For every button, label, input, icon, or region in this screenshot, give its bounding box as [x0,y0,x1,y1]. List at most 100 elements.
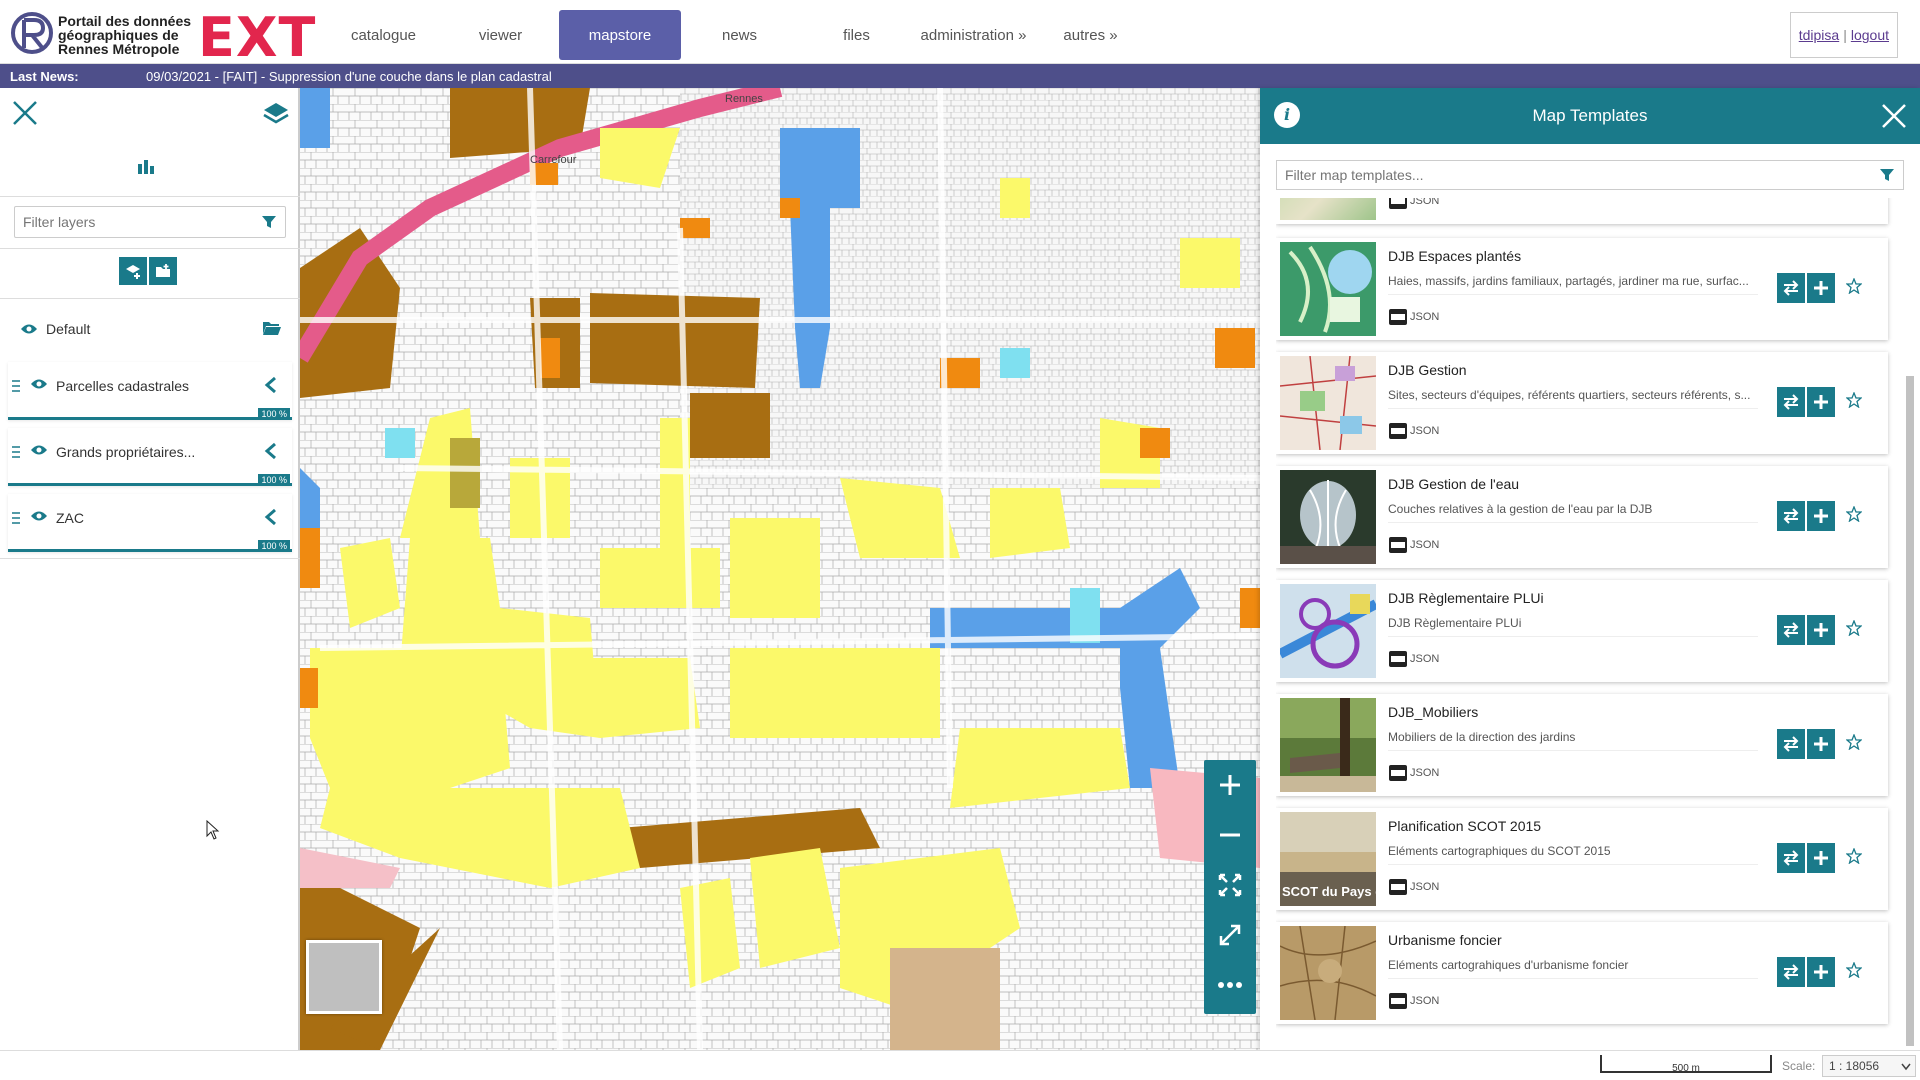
mouse-cursor-icon [206,820,220,840]
add-to-map-button[interactable] [1806,956,1836,988]
fullscreen-button[interactable] [1204,910,1256,960]
user-link[interactable]: tdipisa [1799,27,1839,43]
nav-viewer[interactable]: viewer [442,10,559,60]
layer-item[interactable]: ZAC 100 % [8,494,292,552]
star-icon[interactable] [1846,734,1862,750]
zoom-to-extent-button[interactable] [1204,860,1256,910]
eye-icon[interactable] [30,444,48,456]
drag-handle-icon[interactable] [12,512,20,524]
add-to-map-button[interactable] [1806,500,1836,532]
star-icon[interactable] [1846,278,1862,294]
replace-map-button[interactable] [1776,500,1806,532]
template-format: JSON [1388,422,1439,440]
template-format: JSON [1388,878,1439,896]
add-to-map-button[interactable] [1806,272,1836,304]
nav-catalogue[interactable]: catalogue [325,10,442,60]
template-item[interactable]: DJB Règlementaire PLUi DJB Règlementaire… [1276,580,1888,682]
template-item[interactable]: Urbanisme foncier Eléments cartograhique… [1276,922,1888,1024]
exchange-icon [1783,736,1799,752]
template-thumbnail [1280,356,1376,450]
add-layer-button[interactable] [118,256,148,286]
eye-icon[interactable] [30,510,48,522]
star-icon[interactable] [1846,506,1862,522]
replace-map-button[interactable] [1776,386,1806,418]
more-tools-button[interactable] [1204,960,1256,1010]
plus-icon [1814,965,1828,979]
eye-icon[interactable] [30,378,48,390]
logout-link[interactable]: logout [1851,27,1889,43]
exchange-icon [1783,280,1799,296]
star-icon[interactable] [1846,848,1862,864]
chevron-left-icon[interactable] [264,442,278,460]
nav-files[interactable]: files [798,10,915,60]
map-label-carrefour: Carrefour [530,154,577,166]
replace-map-button[interactable] [1776,842,1806,874]
add-to-map-button[interactable] [1806,842,1836,874]
template-actions [1776,386,1836,418]
zoom-in-button[interactable] [1204,760,1256,810]
chevron-left-icon[interactable] [264,376,278,394]
nav-mapstore[interactable]: mapstore [559,10,681,60]
layers-icon[interactable] [262,100,290,128]
divider [0,558,300,559]
add-folder-icon [156,264,170,277]
template-item[interactable]: DJB_Mobiliers Mobiliers de la direction … [1276,694,1888,796]
layer-opacity: 100 % [258,474,290,486]
template-thumbnail [1280,470,1376,564]
layer-group-default[interactable]: Default [20,314,290,344]
format-label: JSON [1410,881,1440,893]
template-item[interactable]: JSON [1276,198,1888,224]
map-canvas[interactable]: Rennes Carrefour [300,88,1260,1050]
template-item[interactable]: DJB Gestion Sites, secteurs d'équipes, r… [1276,352,1888,454]
zoom-out-button[interactable] [1204,810,1256,860]
nav-news[interactable]: news [681,10,798,60]
replace-map-button[interactable] [1776,956,1806,988]
star-icon[interactable] [1846,392,1862,408]
news-text[interactable]: 09/03/2021 - [FAIT] - Suppression d'une … [146,69,552,84]
json-file-icon [1389,993,1407,1009]
layer-item[interactable]: Grands propriétaires... 100 % [8,428,292,486]
add-to-map-button[interactable] [1806,614,1836,646]
star-icon[interactable] [1846,962,1862,978]
json-file-icon [1389,537,1407,553]
drag-handle-icon[interactable] [12,446,20,458]
map-controls [1204,760,1256,1014]
overview-map-toggle[interactable] [306,940,382,1014]
template-actions [1776,614,1836,646]
chevron-left-icon[interactable] [264,508,278,526]
layer-filter-input[interactable] [15,207,255,237]
nav-autres[interactable]: autres » [1032,10,1149,60]
template-item[interactable]: SCOT du Pays de Rennes Planification SCO… [1276,808,1888,910]
template-title: DJB Espaces plantés [1388,248,1522,264]
template-format: JSON [1388,764,1439,782]
template-list-scrollbar[interactable] [1906,200,1914,1050]
eye-icon[interactable] [20,323,38,335]
layer-item[interactable]: Parcelles cadastrales 100 % [8,362,292,420]
drag-handle-icon[interactable] [12,380,20,392]
thumb-scot-image: SCOT du Pays de Rennes [1280,812,1376,906]
template-title: Planification SCOT 2015 [1388,818,1542,834]
replace-map-button[interactable] [1776,614,1806,646]
format-label: JSON [1410,995,1440,1007]
scrollbar-thumb[interactable] [1906,376,1914,1046]
portal-logo[interactable]: Portail des données géographiques de Ren… [8,6,315,69]
close-icon[interactable] [1880,102,1908,130]
legend-icon[interactable] [136,156,156,176]
add-group-button[interactable] [148,256,178,286]
template-item[interactable]: DJB Gestion de l'eau Couches relatives à… [1276,466,1888,568]
minus-icon [1220,833,1240,837]
replace-map-button[interactable] [1776,728,1806,760]
format-label: JSON [1410,198,1440,207]
star-icon[interactable] [1846,620,1862,636]
nav-administration[interactable]: administration » [915,10,1032,60]
template-title: DJB_Mobiliers [1388,704,1479,720]
template-item[interactable]: DJB Espaces plantés Haies, massifs, jard… [1276,238,1888,340]
divider [0,248,300,249]
plus-icon [1814,509,1828,523]
close-icon[interactable] [10,98,40,128]
replace-map-button[interactable] [1776,272,1806,304]
add-to-map-button[interactable] [1806,386,1836,418]
template-filter-input[interactable] [1277,161,1857,189]
scale-select[interactable]: 1 : 18056 [1822,1055,1916,1077]
add-to-map-button[interactable] [1806,728,1836,760]
